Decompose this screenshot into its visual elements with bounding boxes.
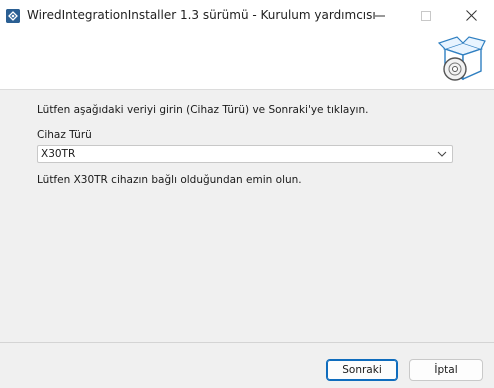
hint-text: Lütfen X30TR cihazın bağlı olduğundan em… xyxy=(37,174,302,186)
installer-window: WiredIntegrationInstaller 1.3 sürümü - K… xyxy=(0,0,494,388)
setup-box-cd-icon xyxy=(437,36,486,81)
close-icon xyxy=(465,10,477,21)
footer-divider xyxy=(0,342,494,343)
minimize-icon xyxy=(375,15,385,16)
window-title: WiredIntegrationInstaller 1.3 sürümü - K… xyxy=(27,8,376,22)
title-bar[interactable]: WiredIntegrationInstaller 1.3 sürümü - K… xyxy=(0,0,494,31)
device-type-label: Cihaz Türü xyxy=(37,129,92,141)
header-panel xyxy=(0,31,494,90)
content-area: Lütfen aşağıdaki veriyi girin (Cihaz Tür… xyxy=(0,90,494,342)
instruction-text: Lütfen aşağıdaki veriyi girin (Cihaz Tür… xyxy=(37,104,369,116)
device-type-select[interactable]: X30TR xyxy=(37,145,453,163)
maximize-icon xyxy=(421,10,431,21)
close-button[interactable] xyxy=(448,0,494,31)
minimize-button[interactable] xyxy=(357,0,403,31)
next-button[interactable]: Sonraki xyxy=(326,359,398,381)
cancel-button[interactable]: İptal xyxy=(409,359,483,381)
chevron-down-icon xyxy=(437,151,447,157)
maximize-button[interactable] xyxy=(403,0,449,31)
app-icon xyxy=(6,9,20,23)
device-type-value: X30TR xyxy=(41,148,76,160)
